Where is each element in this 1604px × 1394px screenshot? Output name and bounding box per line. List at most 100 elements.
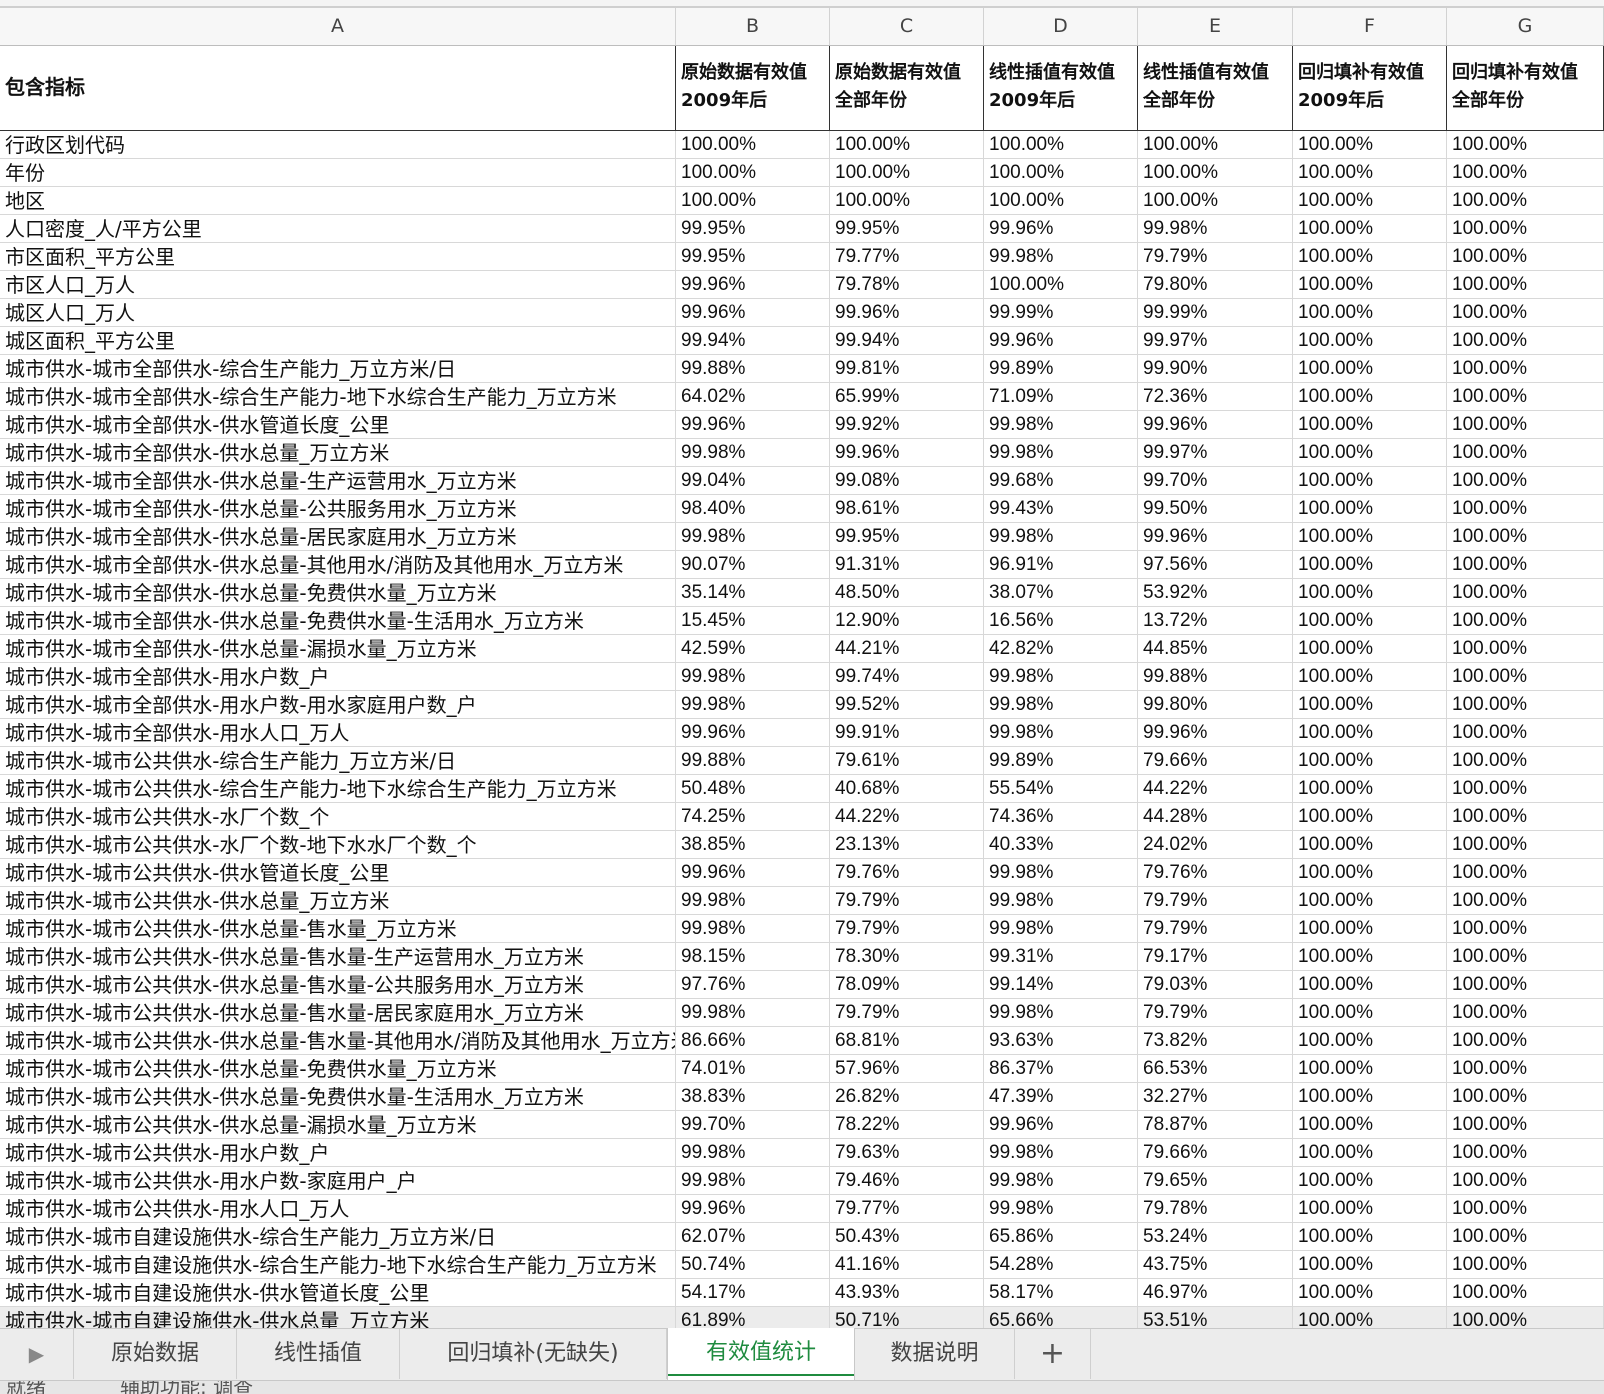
value-cell[interactable]: 99.96% <box>1138 411 1293 438</box>
value-cell[interactable]: 99.98% <box>676 887 830 914</box>
value-cell[interactable]: 100.00% <box>1293 943 1447 970</box>
value-cell[interactable]: 100.00% <box>1293 187 1447 214</box>
value-cell[interactable]: 79.79% <box>830 915 984 942</box>
value-cell[interactable]: 100.00% <box>1293 579 1447 606</box>
value-cell[interactable]: 99.98% <box>984 411 1138 438</box>
value-cell[interactable]: 100.00% <box>1293 215 1447 242</box>
value-cell[interactable]: 100.00% <box>1293 1223 1447 1250</box>
value-cell[interactable]: 79.79% <box>1138 915 1293 942</box>
value-cell[interactable]: 44.85% <box>1138 635 1293 662</box>
sheet-tab[interactable]: 回归填补(无缺失) <box>400 1329 667 1379</box>
value-cell[interactable]: 44.22% <box>1138 775 1293 802</box>
value-cell[interactable]: 99.96% <box>984 215 1138 242</box>
value-cell[interactable]: 79.79% <box>1138 887 1293 914</box>
tab-scroll-arrow-icon[interactable]: ▶ <box>0 1329 74 1379</box>
indicator-cell[interactable]: 市区面积_平方公里 <box>0 243 676 270</box>
value-cell[interactable]: 79.17% <box>1138 943 1293 970</box>
value-cell[interactable]: 50.43% <box>830 1223 984 1250</box>
value-cell[interactable]: 99.99% <box>984 299 1138 326</box>
indicator-cell[interactable]: 城市供水-城市全部供水-综合生产能力_万立方米/日 <box>0 355 676 382</box>
value-cell[interactable]: 100.00% <box>1447 467 1604 494</box>
value-cell[interactable]: 100.00% <box>1447 523 1604 550</box>
value-cell[interactable]: 100.00% <box>1293 355 1447 382</box>
value-cell[interactable]: 99.88% <box>676 355 830 382</box>
indicator-cell[interactable]: 城市供水-城市公共供水-用水人口_万人 <box>0 1195 676 1222</box>
value-cell[interactable]: 99.98% <box>984 999 1138 1026</box>
value-cell[interactable]: 99.04% <box>676 467 830 494</box>
indicator-cell[interactable]: 城市供水-城市自建设施供水-综合生产能力_万立方米/日 <box>0 1223 676 1250</box>
value-cell[interactable]: 99.97% <box>1138 439 1293 466</box>
value-cell[interactable]: 100.00% <box>1293 1111 1447 1138</box>
sheet-tab[interactable]: 有效值统计 <box>667 1328 855 1380</box>
value-cell[interactable]: 100.00% <box>1447 495 1604 522</box>
value-cell[interactable]: 78.30% <box>830 943 984 970</box>
value-cell[interactable]: 64.02% <box>676 383 830 410</box>
value-cell[interactable]: 13.72% <box>1138 607 1293 634</box>
value-cell[interactable]: 100.00% <box>984 187 1138 214</box>
value-cell[interactable]: 53.24% <box>1138 1223 1293 1250</box>
indicator-cell[interactable]: 城市供水-城市公共供水-用水户数_户 <box>0 1139 676 1166</box>
value-cell[interactable]: 12.90% <box>830 607 984 634</box>
column-header-e[interactable]: E <box>1138 8 1293 45</box>
value-cell[interactable]: 46.97% <box>1138 1279 1293 1306</box>
value-cell[interactable]: 99.68% <box>984 467 1138 494</box>
value-cell[interactable]: 100.00% <box>1293 1279 1447 1306</box>
value-cell[interactable]: 100.00% <box>1447 299 1604 326</box>
value-cell[interactable]: 100.00% <box>1293 1027 1447 1054</box>
value-cell[interactable]: 79.65% <box>1138 1167 1293 1194</box>
value-cell[interactable]: 100.00% <box>1293 1251 1447 1278</box>
value-cell[interactable]: 100.00% <box>1447 187 1604 214</box>
value-cell[interactable]: 100.00% <box>1293 327 1447 354</box>
value-cell[interactable]: 23.13% <box>830 831 984 858</box>
value-cell[interactable]: 47.39% <box>984 1083 1138 1110</box>
indicator-cell[interactable]: 城市供水-城市公共供水-供水总量-售水量_万立方米 <box>0 915 676 942</box>
value-cell[interactable]: 100.00% <box>984 159 1138 186</box>
value-cell[interactable]: 100.00% <box>1447 215 1604 242</box>
sheet-tab[interactable]: 数据说明 <box>855 1329 1015 1379</box>
value-cell[interactable]: 99.96% <box>676 299 830 326</box>
value-cell[interactable]: 99.95% <box>676 243 830 270</box>
value-cell[interactable]: 99.96% <box>984 1111 1138 1138</box>
value-cell[interactable]: 79.46% <box>830 1167 984 1194</box>
value-cell[interactable]: 65.99% <box>830 383 984 410</box>
value-cell[interactable]: 100.00% <box>1138 187 1293 214</box>
value-cell[interactable]: 99.96% <box>1138 523 1293 550</box>
value-cell[interactable]: 100.00% <box>1293 719 1447 746</box>
value-cell[interactable]: 100.00% <box>1293 523 1447 550</box>
value-cell[interactable]: 100.00% <box>1293 1195 1447 1222</box>
indicator-cell[interactable]: 城区人口_万人 <box>0 299 676 326</box>
column-header-c[interactable]: C <box>830 8 984 45</box>
value-cell[interactable]: 100.00% <box>1447 1167 1604 1194</box>
value-cell[interactable]: 100.00% <box>1293 467 1447 494</box>
indicator-cell[interactable]: 城市供水-城市公共供水-供水总量-免费供水量-生活用水_万立方米 <box>0 1083 676 1110</box>
value-cell[interactable]: 79.78% <box>1138 1195 1293 1222</box>
indicator-cell[interactable]: 城市供水-城市公共供水-供水总量_万立方米 <box>0 887 676 914</box>
value-cell[interactable]: 100.00% <box>1293 971 1447 998</box>
value-cell[interactable]: 99.98% <box>984 859 1138 886</box>
value-cell[interactable]: 98.15% <box>676 943 830 970</box>
indicator-cell[interactable]: 行政区划代码 <box>0 131 676 158</box>
value-cell[interactable]: 44.22% <box>830 803 984 830</box>
value-cell[interactable]: 100.00% <box>830 131 984 158</box>
value-cell[interactable]: 100.00% <box>1447 1279 1604 1306</box>
value-cell[interactable]: 41.16% <box>830 1251 984 1278</box>
value-cell[interactable]: 97.56% <box>1138 551 1293 578</box>
value-cell[interactable]: 100.00% <box>1447 999 1604 1026</box>
indicator-cell[interactable]: 城市供水-城市全部供水-综合生产能力-地下水综合生产能力_万立方米 <box>0 383 676 410</box>
value-cell[interactable]: 100.00% <box>1293 383 1447 410</box>
value-cell[interactable]: 100.00% <box>1447 1139 1604 1166</box>
value-cell[interactable]: 100.00% <box>1293 859 1447 886</box>
column-header-g[interactable]: G <box>1447 8 1604 45</box>
value-cell[interactable]: 26.82% <box>830 1083 984 1110</box>
value-cell[interactable]: 79.79% <box>1138 243 1293 270</box>
indicator-cell[interactable]: 城市供水-城市全部供水-用水户数-用水家庭用户数_户 <box>0 691 676 718</box>
value-cell[interactable]: 100.00% <box>830 159 984 186</box>
value-cell[interactable]: 15.45% <box>676 607 830 634</box>
value-cell[interactable]: 99.95% <box>830 523 984 550</box>
indicator-cell[interactable]: 城市供水-城市公共供水-用水户数-家庭用户_户 <box>0 1167 676 1194</box>
value-cell[interactable]: 100.00% <box>1447 775 1604 802</box>
value-cell[interactable]: 73.82% <box>1138 1027 1293 1054</box>
value-cell[interactable]: 99.98% <box>984 691 1138 718</box>
value-cell[interactable]: 97.76% <box>676 971 830 998</box>
value-cell[interactable]: 44.28% <box>1138 803 1293 830</box>
